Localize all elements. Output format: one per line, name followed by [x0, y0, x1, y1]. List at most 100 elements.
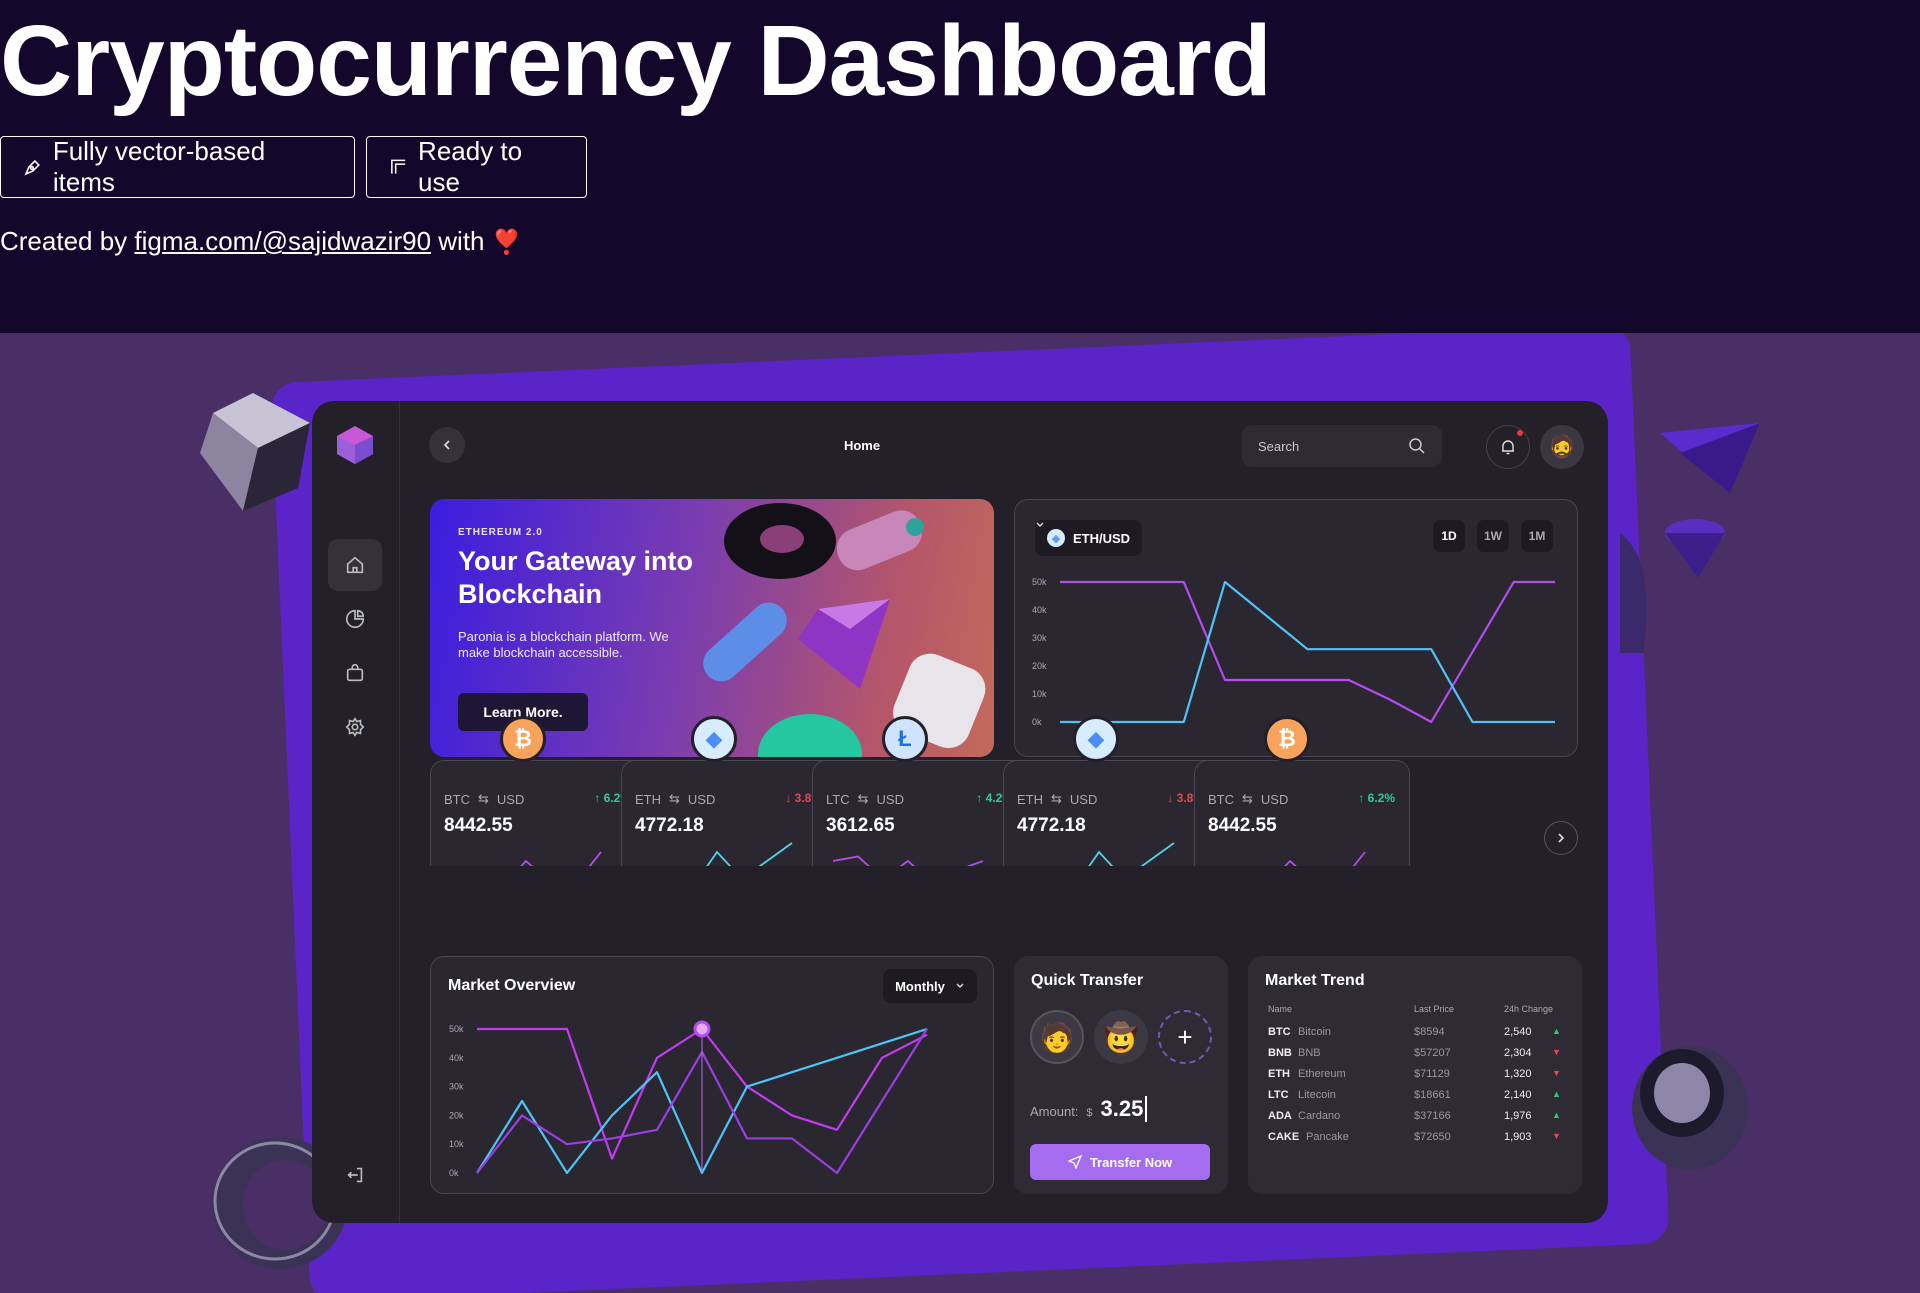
ticker-change-value: 6.2% — [1367, 791, 1395, 805]
credit-link[interactable]: figma.com/@sajidwazir90 — [134, 226, 431, 256]
amount-value[interactable]: 3.25 — [1101, 1096, 1148, 1122]
btc-coin-icon: ₿ — [500, 716, 546, 762]
badge-ready: Ready to use — [366, 136, 587, 198]
search-input[interactable] — [1258, 438, 1398, 454]
y-tick-label: 30k — [1032, 633, 1047, 643]
swap-icon: ⇆ — [669, 791, 680, 806]
y-tick-label: 40k — [1032, 605, 1047, 615]
cylinder-decoration — [1632, 1046, 1748, 1170]
quick-transfer-title: Quick Transfer — [1031, 972, 1144, 989]
search-icon[interactable] — [1408, 437, 1426, 455]
chevron-right-icon — [1558, 833, 1565, 843]
sparkline-series — [832, 855, 984, 866]
row-price: $37166 — [1414, 1110, 1451, 1122]
back-button[interactable] — [429, 427, 465, 463]
ticker-card[interactable]: BTC ⇆ USD ↑ 6.2% 8442.55 — [1194, 760, 1410, 866]
down-arrow-icon: ↓ — [1167, 791, 1174, 805]
table-row[interactable]: CAKE Pancake $72650 1,903 ▼ — [1268, 1131, 1564, 1149]
swap-icon: ⇆ — [857, 791, 869, 806]
y-tick-label: 20k — [1032, 661, 1047, 671]
frame-icon — [391, 159, 406, 174]
contact-avatar[interactable]: 🧑 — [1030, 1010, 1084, 1064]
notifications-button[interactable] — [1486, 425, 1530, 469]
series-line — [1060, 580, 1555, 724]
sparkline-series — [706, 842, 793, 866]
quick-transfer-card: Quick Transfer 🧑 🤠 + Amount: $ 3.25 Tran… — [1014, 956, 1228, 1194]
sidebar-item-settings[interactable] — [328, 701, 382, 753]
page-title: Cryptocurrency Dashboard — [0, 5, 1272, 117]
eth-coin-icon: ◆ — [691, 716, 737, 762]
row-name: Cardano — [1298, 1110, 1341, 1122]
ticker-pair: ETH ⇆ USD — [1017, 791, 1097, 807]
ticker-price: 8442.55 — [444, 815, 513, 836]
ticker-quote: USD — [1260, 791, 1289, 807]
ticker-pair: LTC ⇆ USD — [826, 791, 904, 807]
ticker-price: 4772.18 — [635, 815, 704, 836]
ltc-coin-icon: Ł — [882, 716, 928, 762]
row-name: Litecoin — [1298, 1089, 1336, 1101]
credit-line: Created by figma.com/@sajidwazir90 with … — [0, 226, 522, 257]
hover-point[interactable] — [693, 1020, 711, 1038]
ticker-row: BTC ⇆ USD ↑ 6.2% 8442.55 ₿ ETH ⇆ USD ↓ 3.8% 4772.1… — [430, 716, 1600, 866]
notification-dot — [1517, 430, 1523, 436]
sidebar-item-logout[interactable] — [328, 1149, 382, 1201]
user-avatar[interactable]: 🧔 — [1540, 425, 1584, 469]
sidebar-item-analytics[interactable] — [328, 593, 382, 645]
sidebar-item-wallet[interactable] — [328, 647, 382, 699]
transfer-now-button[interactable]: Transfer Now — [1030, 1144, 1210, 1180]
table-row[interactable]: LTC Litecoin $18661 2,140 ▲ — [1268, 1089, 1564, 1107]
swap-icon: ⇆ — [1051, 791, 1062, 806]
add-contact-button[interactable]: + — [1158, 1010, 1212, 1064]
pen-icon — [24, 159, 40, 176]
up-arrow-icon: ↑ — [1358, 791, 1365, 805]
dashboard-panel: Home 🧔 ETHEREUM 2 — [312, 401, 1608, 1223]
ticker-pair: ETH ⇆ USD — [635, 791, 715, 807]
y-tick-label: 50k — [449, 1024, 464, 1034]
table-row[interactable]: ADA Cardano $37166 1,976 ▲ — [1268, 1110, 1564, 1128]
up-arrow-icon: ↑ — [976, 791, 983, 805]
triangle-down-icon: ▼ — [1552, 1068, 1561, 1078]
triangle-down-icon: ▼ — [1552, 1047, 1561, 1057]
ticker-pair: BTC ⇆ USD — [1208, 791, 1288, 807]
market-trend-card: Market Trend Name Last Price 24h Change … — [1248, 956, 1582, 1194]
transfer-now-label: Transfer Now — [1089, 1154, 1173, 1170]
ticker-card[interactable]: ETH ⇆ USD ↓ 3.8% 4772.18 — [1003, 760, 1219, 866]
column-header-price: Last Price — [1414, 1004, 1455, 1014]
showcase-stage: Home 🧔 ETHEREUM 2 — [0, 333, 1920, 1293]
triangle-up-icon: ▲ — [1552, 1026, 1561, 1036]
table-row[interactable]: ETH Ethereum $71129 1,320 ▼ — [1268, 1068, 1564, 1086]
row-price: $71129 — [1414, 1068, 1450, 1080]
credit-prefix: Created by — [0, 226, 128, 256]
sidebar-item-home[interactable] — [328, 539, 382, 591]
hero-header: Cryptocurrency Dashboard Fully vector-ba… — [0, 0, 1920, 333]
column-header-change: 24h Change — [1504, 1004, 1554, 1014]
table-row[interactable]: BNB BNB $57207 2,304 ▼ — [1268, 1047, 1564, 1065]
row-symbol: BTC — [1268, 1026, 1291, 1038]
banner-description: Paronia is a blockchain platform. We mak… — [458, 629, 669, 660]
y-tick-label: 10k — [449, 1139, 464, 1149]
credit-suffix: with — [438, 226, 485, 256]
ticker-card[interactable]: LTC ⇆ USD ↑ 4.2% 3612.65 — [812, 760, 1028, 866]
y-tick-label: 40k — [449, 1053, 464, 1063]
table-row[interactable]: BTC Bitcoin $8594 2,540 ▲ — [1268, 1026, 1564, 1044]
crystal-decoration — [200, 393, 310, 511]
row-change: 2,540 — [1504, 1026, 1532, 1038]
gear-icon — [345, 717, 365, 737]
search-box — [1242, 425, 1442, 467]
ticker-card[interactable]: ETH ⇆ USD ↓ 3.8% 4772.18 — [621, 760, 837, 866]
amount-label: Amount: — [1030, 1104, 1079, 1119]
banner-eyebrow: ETHEREUM 2.0 — [458, 527, 543, 538]
bell-icon — [1502, 440, 1514, 455]
market-overview-chart: 50k 40k 30k 20k 10k 0k — [449, 1020, 928, 1178]
ticker-next-button[interactable] — [1544, 821, 1578, 855]
topbar-title: Home — [843, 438, 881, 453]
send-icon — [1067, 1155, 1082, 1169]
ticker-sparkline — [1284, 851, 1366, 866]
contact-avatar[interactable]: 🤠 — [1094, 1010, 1148, 1064]
amount-field[interactable]: Amount: $ 3.25 — [1030, 1096, 1148, 1122]
row-price: $18661 — [1414, 1089, 1451, 1101]
row-symbol: CAKE — [1268, 1131, 1300, 1143]
ticker-card[interactable]: BTC ⇆ USD ↑ 6.2% 8442.55 — [430, 760, 646, 866]
badge-ready-label: Ready to use — [418, 136, 523, 197]
ticker-sparkline — [1088, 842, 1175, 866]
